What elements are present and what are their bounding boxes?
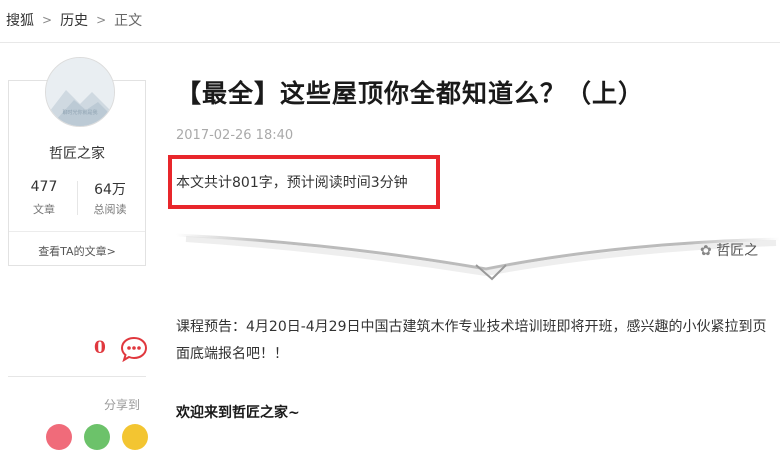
share-qzone-icon[interactable] bbox=[122, 424, 148, 450]
share-label: 分享到 bbox=[104, 398, 141, 412]
watermark-text: 哲匠之 bbox=[716, 243, 759, 259]
stat-divider bbox=[77, 181, 78, 215]
article-count: 477 bbox=[30, 179, 58, 195]
read-count-label: 总阅读 bbox=[93, 203, 127, 216]
breadcrumb-item-sohu[interactable]: 搜狐 bbox=[6, 10, 34, 30]
publish-date: 2017-02-26 18:40 bbox=[176, 128, 294, 143]
header-divider bbox=[0, 42, 780, 43]
author-card: 聊时光你就是我 哲匠之家 477 文章 64万 总阅读 查看TA的文章> bbox=[8, 57, 146, 266]
article-title: 【最全】这些屋顶你全都知道么？（上） bbox=[176, 79, 645, 108]
wechat-icon: ✿ bbox=[700, 243, 717, 259]
comment-count[interactable]: 0 bbox=[94, 338, 106, 358]
comment-icon[interactable] bbox=[120, 336, 148, 362]
breadcrumb-item-history[interactable]: 历史 bbox=[60, 10, 88, 30]
breadcrumb-item-current: 正文 bbox=[114, 13, 143, 29]
mountain-icon bbox=[46, 58, 114, 126]
watermark: ✿ 哲匠之 bbox=[700, 240, 758, 260]
article-paragraph: 课程预告：4月20日-4月29日中国古建筑木作专业技术培训班即将开班，感兴趣的小… bbox=[176, 319, 767, 362]
view-articles-link[interactable]: 查看TA的文章> bbox=[9, 243, 145, 259]
author-name[interactable]: 哲匠之家 bbox=[9, 143, 145, 163]
card-divider bbox=[9, 231, 145, 232]
share-wechat-icon[interactable] bbox=[84, 424, 110, 450]
action-divider bbox=[8, 376, 146, 377]
breadcrumb-separator: > bbox=[96, 13, 107, 27]
decorative-brush-banner bbox=[176, 233, 780, 281]
read-info: 本文共计801字，预计阅读时间3分钟 bbox=[176, 175, 408, 191]
avatar-caption: 聊时光你就是我 bbox=[62, 110, 98, 116]
avatar[interactable]: 聊时光你就是我 bbox=[45, 57, 115, 127]
breadcrumb: 搜狐 > 历史 > 正文 bbox=[6, 10, 142, 30]
article-count-label: 文章 bbox=[33, 203, 55, 216]
breadcrumb-separator: > bbox=[42, 13, 53, 27]
article-subheading: 欢迎来到哲匠之家~ bbox=[176, 405, 300, 421]
read-count: 64万 bbox=[94, 182, 126, 198]
share-weibo-icon[interactable] bbox=[46, 424, 72, 450]
